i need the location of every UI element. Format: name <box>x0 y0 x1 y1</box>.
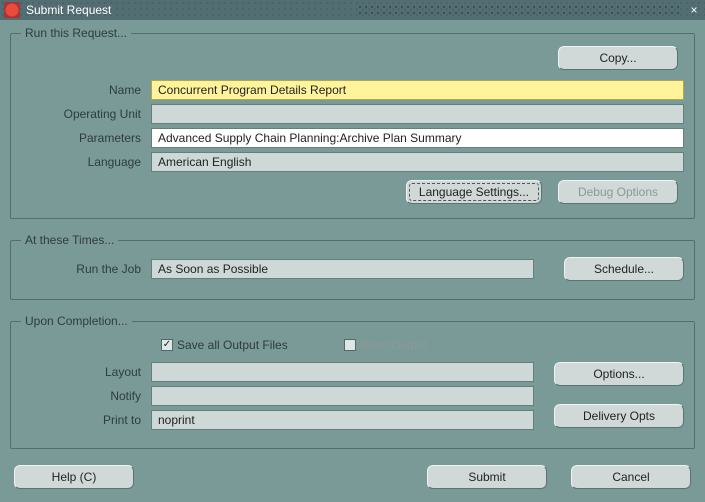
run-job-label: Run the Job <box>21 262 151 276</box>
copy-button[interactable]: Copy... <box>558 46 678 70</box>
save-output-label: Save all Output Files <box>177 338 288 352</box>
delivery-opts-button[interactable]: Delivery Opts <box>554 404 684 428</box>
parameters-field[interactable]: Advanced Supply Chain Planning:Archive P… <box>151 128 684 148</box>
window-title: Submit Request <box>26 3 349 17</box>
oracle-icon <box>4 2 20 18</box>
titlebar-pattern <box>357 4 680 16</box>
run-request-section: Run this Request... Copy... Name Concurr… <box>10 26 695 219</box>
run-request-legend: Run this Request... <box>21 26 131 40</box>
operating-unit-field[interactable] <box>151 104 684 124</box>
close-icon[interactable]: × <box>687 3 701 17</box>
save-output-checkbox[interactable]: Save all Output Files <box>161 338 288 352</box>
run-job-field[interactable]: As Soon as Possible <box>151 259 534 279</box>
debug-options-button: Debug Options <box>558 180 678 204</box>
notify-field[interactable] <box>151 386 534 406</box>
submit-button-label: Submit <box>468 470 505 484</box>
name-label: Name <box>21 83 151 97</box>
checkbox-icon <box>344 339 356 351</box>
titlebar: Submit Request × <box>0 0 705 20</box>
layout-field[interactable] <box>151 362 534 382</box>
burst-output-checkbox: Burst Output <box>344 338 427 352</box>
parameters-label: Parameters <box>21 131 151 145</box>
content: Run this Request... Copy... Name Concurr… <box>0 20 705 497</box>
burst-output-label: Burst Output <box>360 338 427 352</box>
language-field[interactable]: American English <box>151 152 684 172</box>
options-button[interactable]: Options... <box>554 362 684 386</box>
cancel-button-label: Cancel <box>612 470 649 484</box>
language-settings-button[interactable]: Language Settings... <box>406 180 542 204</box>
completion-section: Upon Completion... Save all Output Files… <box>10 314 695 449</box>
name-field[interactable]: Concurrent Program Details Report <box>151 80 684 100</box>
schedule-button[interactable]: Schedule... <box>564 257 684 281</box>
completion-legend: Upon Completion... <box>21 314 132 328</box>
layout-label: Layout <box>21 365 151 379</box>
print-to-field[interactable]: noprint <box>151 410 534 430</box>
at-times-legend: At these Times... <box>21 233 118 247</box>
notify-label: Notify <box>21 389 151 403</box>
at-times-section: At these Times... Run the Job As Soon as… <box>10 233 695 300</box>
cancel-button[interactable]: Cancel <box>571 465 691 489</box>
footer-bar: Help (C) Submit Cancel <box>10 463 695 489</box>
print-to-label: Print to <box>21 413 151 427</box>
help-button[interactable]: Help (C) <box>14 465 134 489</box>
submit-button[interactable]: Submit <box>427 465 547 489</box>
operating-unit-label: Operating Unit <box>21 107 151 121</box>
help-button-label: Help (C) <box>52 470 97 484</box>
language-label: Language <box>21 155 151 169</box>
checkbox-icon <box>161 339 173 351</box>
